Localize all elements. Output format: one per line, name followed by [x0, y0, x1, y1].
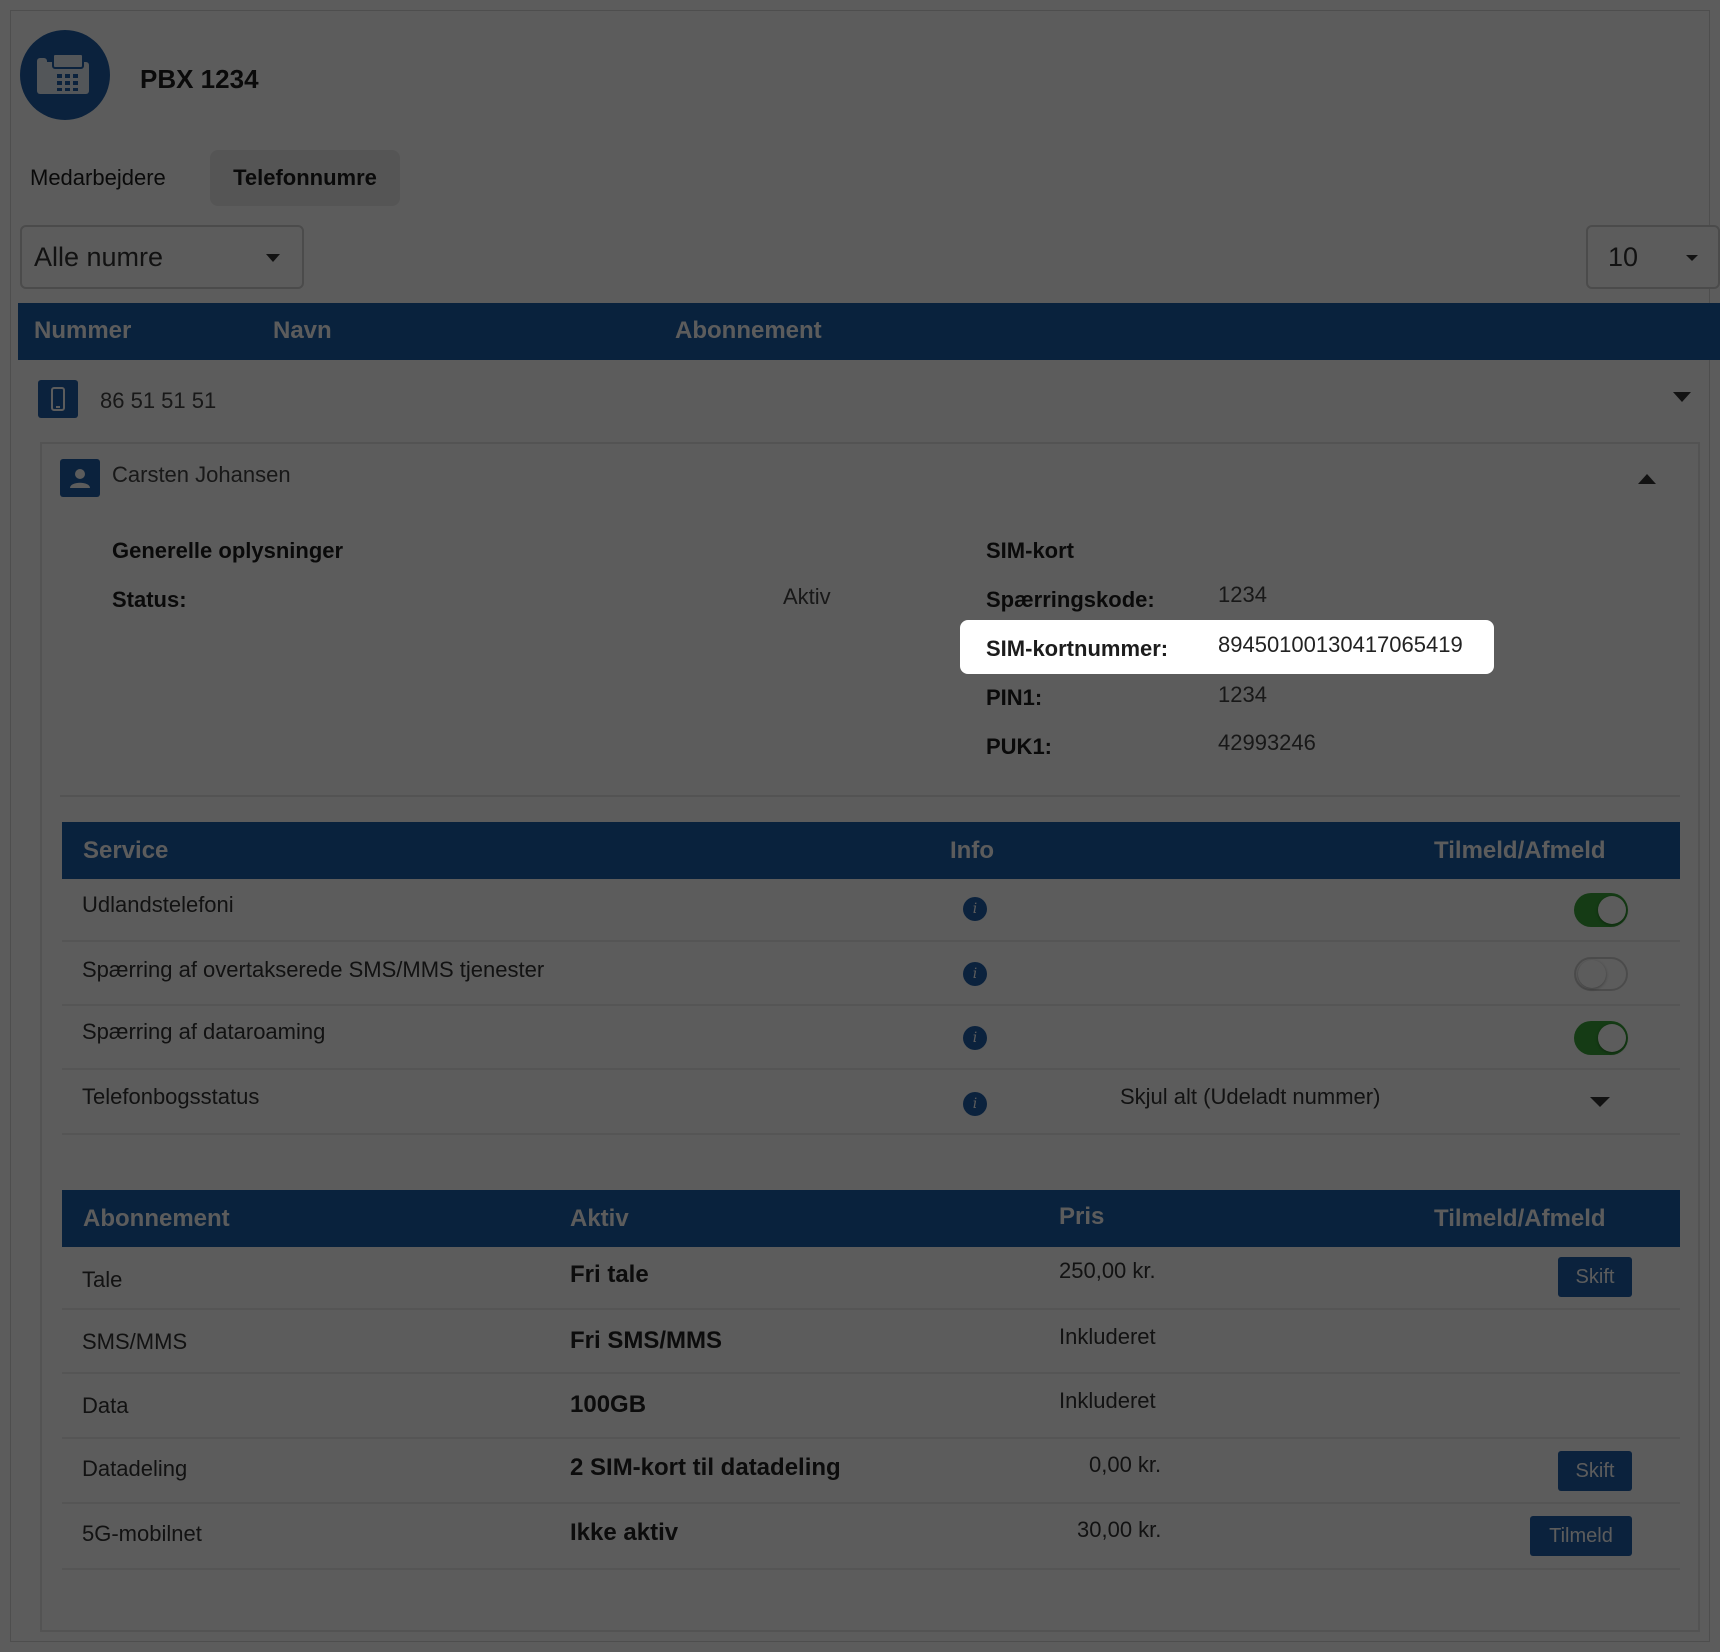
service-name: Spærring af dataroaming: [82, 1019, 326, 1044]
subscription-row: Data 100GB Inkluderet: [62, 1374, 1680, 1439]
subscription-active: Ikke aktiv: [570, 1519, 679, 1546]
subscription-name: Tale: [82, 1267, 123, 1292]
directory-status-select[interactable]: Skjul alt (Udeladt nummer): [1120, 1084, 1380, 1110]
service-row: Spærring af overtakserede SMS/MMS tjenes…: [62, 942, 1680, 1006]
sim-number-highlight: SIM-kortnummer: 8945010013041706541​9: [960, 620, 1494, 674]
column-service: Service: [83, 837, 169, 864]
sim-card-heading: SIM-kort: [986, 538, 1074, 563]
chevron-up-icon[interactable]: [1638, 474, 1656, 484]
subscription-price: 250,00 kr.: [1059, 1258, 1156, 1283]
mobile-phone-icon: [38, 380, 78, 418]
status-value: Aktiv: [783, 584, 831, 609]
subscription-active: 100GB: [570, 1391, 647, 1418]
chevron-down-icon[interactable]: [1590, 1097, 1610, 1107]
subscription-name: Data: [82, 1393, 129, 1418]
subscription-active: Fri tale: [570, 1261, 649, 1288]
change-button[interactable]: Skift: [1558, 1257, 1632, 1297]
column-price: Pris: [1059, 1203, 1105, 1230]
services-table-header: Service Info Tilmeld/Afmeld: [62, 822, 1680, 879]
service-name: Telefonbogsstatus: [82, 1084, 260, 1109]
subscription-name: Datadeling: [82, 1456, 188, 1481]
chevron-down-icon: [1686, 255, 1698, 261]
subscription-row: Datadeling 2 SIM-kort til datadeling 0,0…: [62, 1439, 1680, 1504]
change-button[interactable]: Skift: [1558, 1451, 1632, 1491]
subscription-price: Inkluderet: [1059, 1388, 1156, 1413]
subscription-active: Fri SMS/MMS: [570, 1327, 723, 1354]
column-info: Info: [950, 837, 994, 864]
service-name: Udlandstelefoni: [82, 892, 234, 917]
tab-employees[interactable]: Medarbejdere: [14, 150, 182, 206]
sim-number-label: SIM-kortnummer:: [986, 636, 1169, 661]
subscribe-button[interactable]: Tilmeld: [1530, 1516, 1632, 1556]
subscription-name: 5G-mobilnet: [82, 1521, 202, 1546]
column-subscription: Abonnement: [83, 1205, 230, 1232]
info-icon[interactable]: i: [963, 962, 987, 986]
number-filter-select[interactable]: Alle numre: [20, 225, 304, 289]
user-name: Carsten Johansen: [112, 462, 291, 487]
lock-code-value: 1234: [1218, 582, 1267, 607]
subscription-active: 2 SIM-kort til datadeling: [570, 1454, 841, 1481]
column-name: Navn: [273, 317, 332, 344]
puk-label: PUK1:: [986, 734, 1053, 759]
numbers-table-header: Nummer Navn Abonnement: [18, 303, 1720, 360]
subscription-name: SMS/MMS: [82, 1329, 188, 1354]
tab-phone-numbers[interactable]: Telefonnumre: [210, 150, 400, 206]
column-toggle: Tilmeld/Afmeld: [1434, 1205, 1606, 1232]
service-row: Spærring af dataroaming i: [62, 1006, 1680, 1070]
subscription-price: Inkluderet: [1059, 1324, 1156, 1349]
service-name: Spærring af overtakserede SMS/MMS tjenes…: [82, 957, 545, 982]
info-icon[interactable]: i: [963, 1026, 987, 1050]
service-toggle[interactable]: [1574, 893, 1628, 927]
table-row[interactable]: 86 51 51 51: [18, 362, 1720, 437]
page-title: PBX 1234: [140, 64, 259, 94]
status-label: Status:: [112, 587, 187, 612]
desk-phone-icon: [20, 30, 110, 120]
chevron-down-icon: [266, 254, 280, 262]
page-size-value: 10: [1608, 241, 1639, 272]
service-toggle[interactable]: [1574, 1021, 1628, 1055]
subscription-price: 0,00 kr.: [1089, 1452, 1162, 1477]
general-info-heading: Generelle oplysninger: [112, 538, 344, 563]
page-size-select[interactable]: 10: [1586, 225, 1720, 289]
service-row: Udlandstelefoni i: [62, 879, 1680, 942]
service-row: Telefonbogsstatus i Skjul alt (Udeladt n…: [62, 1070, 1680, 1135]
sim-number-value: 8945010013041706541​9: [1218, 632, 1463, 657]
number-filter-value: Alle numre: [34, 241, 164, 272]
pin-value: 1234: [1218, 682, 1267, 707]
section-divider: [60, 795, 1680, 797]
column-subscription: Abonnement: [675, 317, 822, 344]
user-icon: [60, 459, 100, 497]
subscriptions-table-header: Abonnement Aktiv Pris Tilmeld/Afmeld: [62, 1190, 1680, 1247]
info-icon[interactable]: i: [963, 1092, 987, 1116]
phone-number: 86 51 51 51: [100, 388, 217, 413]
subscription-row: Tale Fri tale 250,00 kr. Skift: [62, 1247, 1680, 1310]
subscription-row: SMS/MMS Fri SMS/MMS Inkluderet: [62, 1310, 1680, 1374]
column-number: Nummer: [34, 317, 132, 344]
subscription-price: 30,00 kr.: [1077, 1517, 1162, 1542]
puk-value: 42993246: [1218, 730, 1316, 755]
column-toggle: Tilmeld/Afmeld: [1434, 837, 1606, 864]
chevron-down-icon[interactable]: [1673, 392, 1691, 402]
subscription-row: 5G-mobilnet Ikke aktiv 30,00 kr. Tilmeld: [62, 1504, 1680, 1570]
service-toggle[interactable]: [1574, 957, 1628, 991]
lock-code-label: Spærringskode:: [986, 587, 1155, 612]
info-icon[interactable]: i: [963, 897, 987, 921]
column-active: Aktiv: [570, 1205, 629, 1232]
pin-label: PIN1:: [986, 685, 1043, 710]
